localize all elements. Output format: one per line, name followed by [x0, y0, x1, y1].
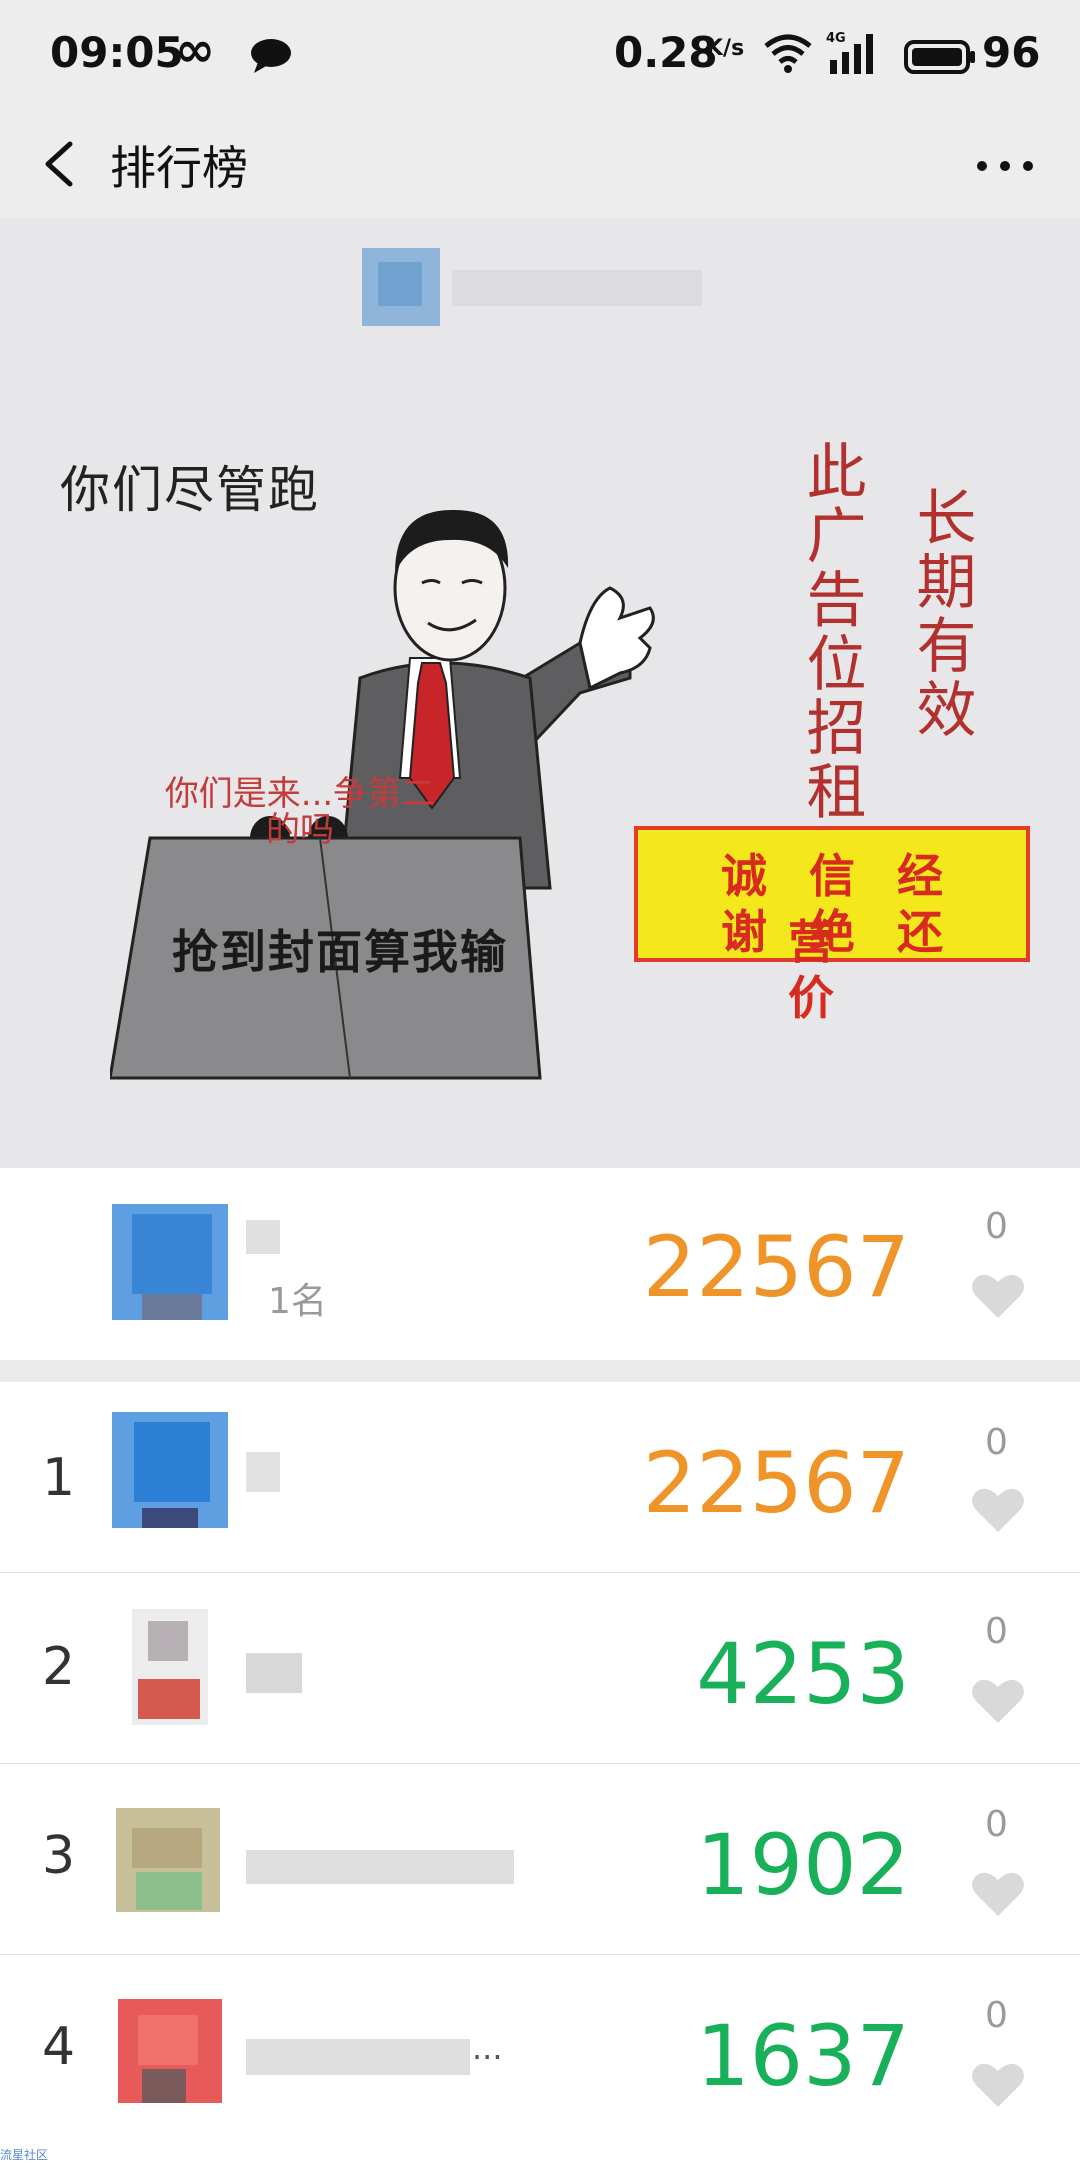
network-type-label: 4G	[826, 31, 846, 46]
ranking-row[interactable]: 4 ... 1637 0	[0, 1955, 1080, 2146]
integrity-sign: 诚信经营 谢绝还价	[634, 826, 1030, 1025]
nav-bar: 排行榜	[0, 110, 1080, 219]
username-blurred	[246, 1850, 514, 1884]
heart-icon[interactable]	[970, 1486, 1026, 1534]
heart-icon[interactable]	[970, 1272, 1026, 1320]
heart-icon[interactable]	[970, 2061, 1026, 2109]
score: 4253	[696, 1625, 910, 1723]
score: 1637	[696, 2007, 910, 2105]
message-icon	[250, 38, 292, 78]
avatar	[112, 1609, 228, 1725]
status-bar: 09:05 ∞ 0.28 K/s 4G 96	[0, 0, 1080, 110]
chevron-left-icon	[45, 141, 73, 187]
ranking-row[interactable]: 2 4253 0	[0, 1573, 1080, 1763]
cover-image: 你们尽管跑 你们是来...争第二的吗 抢到封面算我输 此广告位招租 长期有效 诚…	[0, 218, 1080, 1168]
username-blurred	[246, 1653, 302, 1693]
watermark: 流星社区	[0, 2148, 49, 2162]
cover-owner-blurred	[362, 248, 708, 328]
like-count: 0	[985, 1422, 1008, 1463]
ranking-row[interactable]: 3 1902 0	[0, 1764, 1080, 1954]
avatar	[112, 1412, 228, 1528]
podium-text: 你们是来...争第二的吗	[164, 774, 436, 850]
network-speed: 0.28	[614, 28, 718, 77]
like-count: 0	[985, 1611, 1008, 1652]
score: 22567	[642, 1434, 910, 1532]
wifi-icon	[764, 34, 812, 78]
signal-icon: 4G	[826, 30, 882, 80]
battery-icon	[904, 40, 976, 78]
sign-line-2: 谢绝还价	[721, 905, 985, 1025]
avatar	[112, 1808, 228, 1924]
infinity-icon: ∞	[175, 22, 215, 78]
cover-text-bottom: 抢到封面算我输	[172, 925, 508, 979]
status-time: 09:05	[50, 28, 184, 77]
more-dots-icon	[977, 161, 1033, 171]
ad-text-vertical-2: 长期有效	[906, 486, 976, 742]
back-button[interactable]	[36, 132, 96, 196]
rank-number: 3	[42, 1826, 76, 1886]
avatar	[112, 1204, 228, 1320]
username-ellipsis: ...	[472, 2029, 503, 2067]
username-blurred	[246, 1220, 280, 1254]
my-rank-label: 1名	[268, 1281, 327, 1322]
heart-icon[interactable]	[970, 1677, 1026, 1725]
battery-level: 96	[982, 28, 1041, 77]
rank-number: 4	[42, 2017, 76, 2077]
ad-text-vertical-1: 此广告位招租	[796, 440, 866, 824]
rank-number: 2	[42, 1637, 76, 1697]
more-button[interactable]	[970, 136, 1040, 196]
score: 22567	[642, 1218, 910, 1316]
rank-number: 1	[42, 1448, 76, 1508]
like-count: 0	[985, 1995, 1008, 2036]
heart-icon[interactable]	[970, 1870, 1026, 1918]
ranking-row[interactable]: 1 22567 0	[0, 1382, 1080, 1572]
avatar	[112, 1995, 228, 2111]
like-count: 0	[985, 1804, 1008, 1845]
like-count: 0	[985, 1206, 1008, 1247]
network-speed-unit: K/s	[706, 36, 745, 61]
my-rank-row[interactable]: 1名 22567 0	[0, 1168, 1080, 1360]
score: 1902	[696, 1816, 910, 1914]
section-divider	[0, 1360, 1080, 1382]
page-title: 排行榜	[110, 141, 248, 195]
username-blurred	[246, 1452, 280, 1492]
username-blurred	[246, 2039, 470, 2075]
